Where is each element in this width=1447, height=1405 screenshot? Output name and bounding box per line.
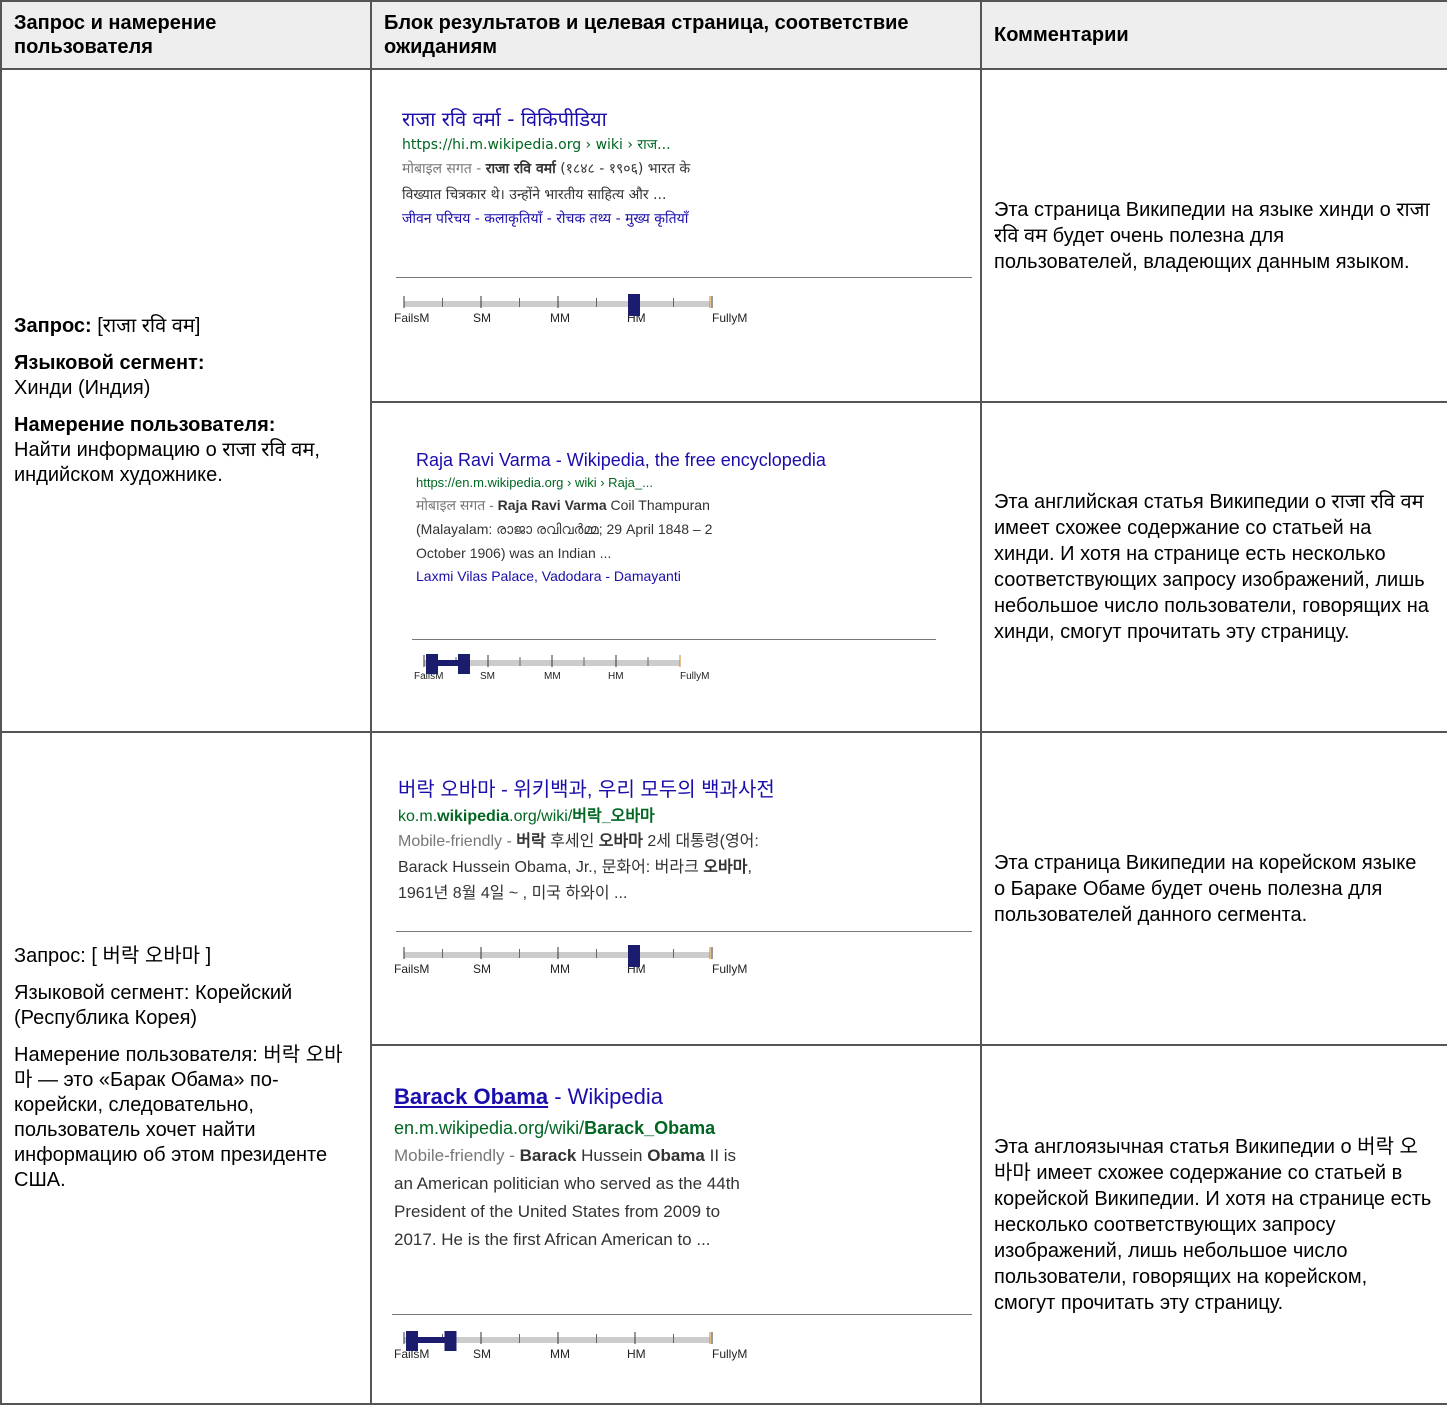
scale-label: MM	[550, 1347, 570, 1361]
scale-label: SM	[473, 1347, 491, 1361]
rating-marker	[628, 294, 640, 316]
rating-scale: FailsM SM MM HM FullyM	[392, 1328, 752, 1364]
comment-cell: Эта страница Википедии на корейском язык…	[980, 731, 1447, 1046]
search-result-snippet: Barack Obama - Wikipedia en.m.wikipedia.…	[394, 1080, 964, 1254]
rating-scale: FailsM SM MM HM FullyM	[392, 292, 752, 328]
query-cell-hindi: Запрос: [राजा रवि वम] Языковой сегмент: Х…	[0, 68, 372, 733]
result-cell: 버락 오바마 - 위키백과, 우리 모두의 백과사전 ko.m.wikipedi…	[370, 731, 982, 1046]
query-line: Запрос: [ 버락 오바마 ]	[14, 944, 360, 969]
query-value: [ 버락 오바마 ]	[85, 944, 212, 967]
example-row: Запрос: [ 버락 오바마 ] Языковой сегмент: Кор…	[0, 731, 1447, 1405]
scale-label: SM	[473, 962, 491, 976]
segment-line: Языковой сегмент: Корейский (Республика …	[14, 981, 360, 1031]
query-line: Запрос: [राजा रवि वम]	[14, 314, 360, 339]
result-description: मोबाइल सगत - राजा रवि वर्मा (१८४८ - १९०६…	[402, 161, 691, 203]
divider	[392, 1314, 972, 1315]
segment-label: Языковой сегмент:	[14, 981, 190, 1004]
result-url[interactable]: https://hi.m.wikipedia.org › wiki › राज.…	[402, 134, 962, 156]
result-url[interactable]: https://en.m.wikipedia.org › wiki › Raja…	[416, 473, 936, 493]
scale-label: MM	[550, 962, 570, 976]
search-result-snippet: 버락 오바마 - 위키백과, 우리 모두의 백과사전 ko.m.wikipedi…	[398, 775, 968, 907]
query-label: Запрос:	[14, 944, 86, 967]
result-title[interactable]: Raja Ravi Varma - Wikipedia, the free en…	[416, 447, 936, 473]
result-url[interactable]: en.m.wikipedia.org/wiki/Barack_Obama	[394, 1114, 964, 1142]
result-cell: राजा रवि वर्मा - विकिपीडिया https://hi.m…	[370, 68, 982, 403]
header-comments: Комментарии	[980, 0, 1447, 70]
result-title[interactable]: 버락 오바마 - 위키백과, 우리 모두의 백과사전	[398, 775, 968, 805]
result-sitelinks[interactable]: जीवन परिचय - कलाकृतियाँ - रोचक तथ्य - मु…	[402, 208, 962, 230]
scale-label: FullyM	[680, 671, 709, 682]
segment-label: Языковой сегмент:	[14, 351, 205, 374]
scale-label: FullyM	[712, 1347, 747, 1361]
result-description: Mobile-friendly - Barack Hussein Obama I…	[394, 1146, 740, 1249]
search-result-snippet: Raja Ravi Varma - Wikipedia, the free en…	[416, 447, 936, 587]
scale-label: HM	[627, 1347, 646, 1361]
example-row: Запрос: [राजा रवि वम] Языковой сегмент: Х…	[0, 68, 1447, 733]
divider	[396, 277, 972, 278]
rating-marker	[628, 945, 640, 967]
header-result-block: Блок результатов и целевая страница, соо…	[370, 0, 982, 70]
segment-line: Языковой сегмент: Хинди (Индия)	[14, 351, 360, 401]
scale-label: HM	[608, 671, 624, 682]
intent-line: Намерение пользователя: Найти информацию …	[14, 413, 360, 488]
header-row: Запрос и намерение пользователя Блок рез…	[0, 0, 1447, 70]
scale-label: MM	[544, 671, 561, 682]
result-title[interactable]: Barack Obama - Wikipedia	[394, 1080, 964, 1114]
header-query-intent: Запрос и намерение пользователя	[0, 0, 372, 70]
rating-examples-table: Запрос и намерение пользователя Блок рез…	[0, 0, 1447, 1405]
result-description: Mobile-friendly - 버락 후세인 오바마 2세 대통령(영어: B…	[398, 833, 759, 902]
result-cell: Barack Obama - Wikipedia en.m.wikipedia.…	[370, 1044, 982, 1405]
scale-track	[404, 301, 710, 307]
comment-cell: Эта страница Википедии на языке хинди о …	[980, 68, 1447, 403]
result-title[interactable]: राजा रवि वर्मा - विकिपीडिया	[402, 104, 962, 134]
rating-marker	[444, 1331, 457, 1351]
scale-label: SM	[473, 311, 491, 325]
query-value: [राजा रवि वम]	[91, 314, 201, 337]
intent-label: Намерение пользователя:	[14, 413, 276, 436]
segment-value: Хинди (Индия)	[14, 376, 151, 399]
comment-cell: Эта английская статья Википедии о राजा र…	[980, 401, 1447, 733]
intent-value: Найти информацию о राजा रवि वम, индийско…	[14, 438, 320, 486]
result-cell: Raja Ravi Varma - Wikipedia, the free en…	[370, 401, 982, 733]
scale-label: FailsM	[394, 962, 429, 976]
scale-label: MM	[550, 311, 570, 325]
query-label: Запрос:	[14, 314, 92, 337]
search-result-snippet: राजा रवि वर्मा - विकिपीडिया https://hi.m…	[402, 104, 962, 230]
query-cell-korean: Запрос: [ 버락 오바마 ] Языковой сегмент: Кор…	[0, 731, 372, 1405]
rating-scale: FailsM SM MM HM FullyM	[412, 653, 742, 689]
rating-scale: FailsM SM MM HM FullyM	[392, 943, 752, 979]
result-sitelinks[interactable]: Laxmi Vilas Palace, Vadodara - Damayanti	[416, 565, 936, 587]
result-description: मोबाइल सगत - Raja Ravi Varma Coil Thampu…	[416, 497, 713, 561]
scale-label: FullyM	[712, 962, 747, 976]
scale-label: SM	[480, 671, 495, 682]
divider	[412, 639, 936, 640]
scale-label: FullyM	[712, 311, 747, 325]
comment-cell: Эта англоязычная статья Википедии о 버락 오…	[980, 1044, 1447, 1405]
intent-label: Намерение пользователя:	[14, 1043, 258, 1066]
rating-marker	[458, 654, 470, 674]
scale-label: FailsM	[394, 311, 429, 325]
intent-line: Намерение пользователя: 버락 오바마 — это «Ба…	[14, 1043, 360, 1193]
divider	[396, 931, 972, 932]
result-url[interactable]: ko.m.wikipedia.org/wiki/버락_오바마	[398, 805, 968, 829]
scale-track	[404, 952, 710, 958]
